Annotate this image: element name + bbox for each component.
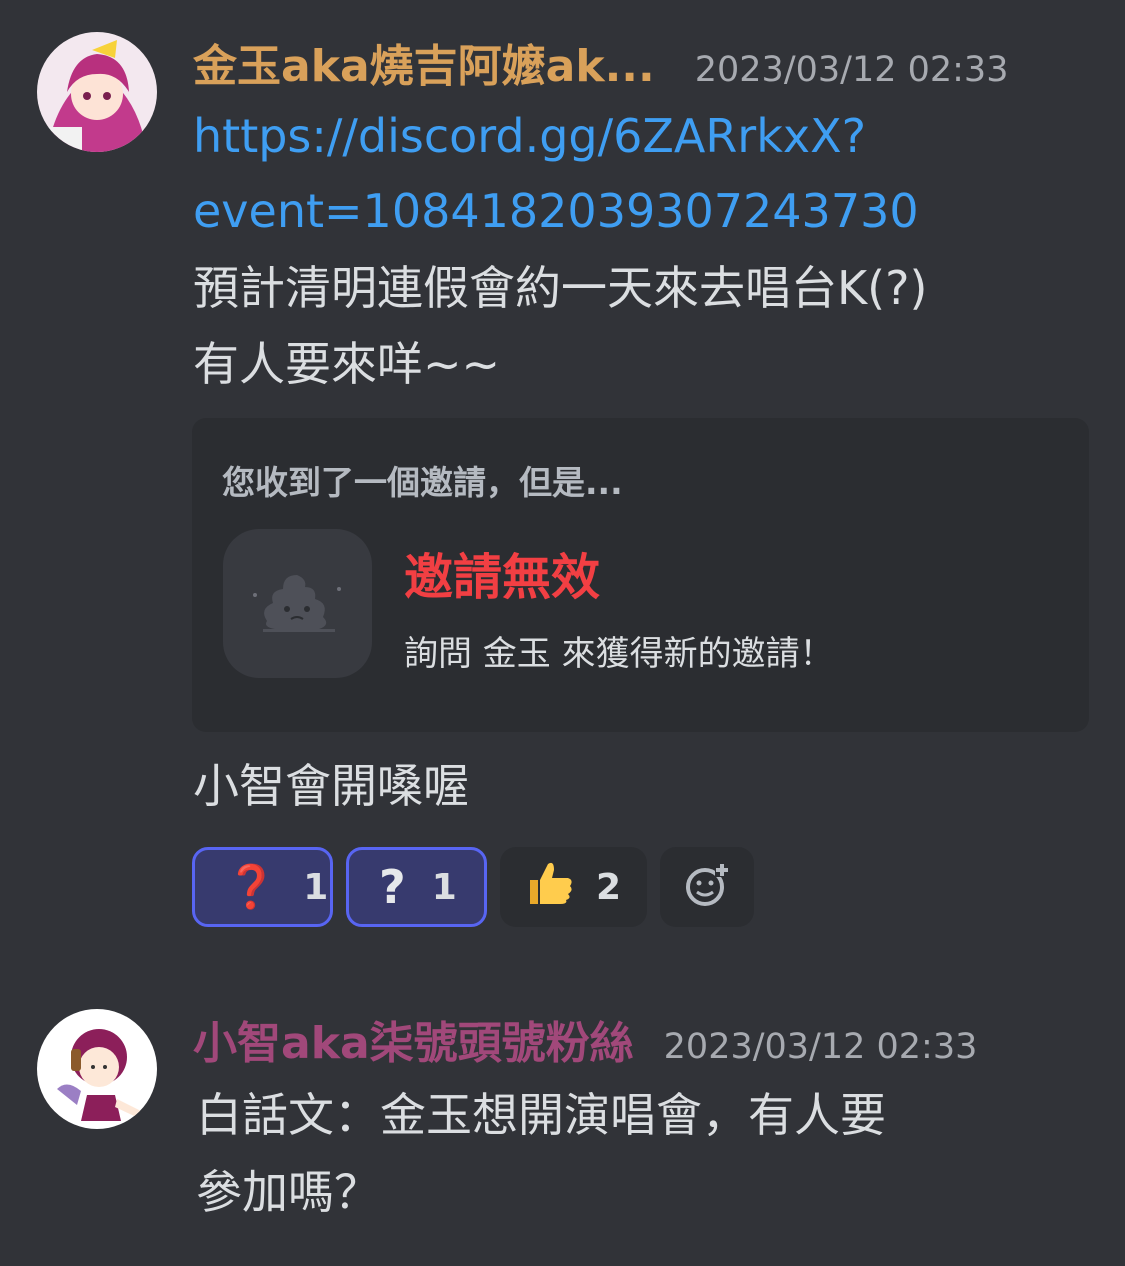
- reaction-white-question[interactable]: ? 1: [346, 847, 487, 927]
- poop-icon: [223, 529, 372, 678]
- reaction-thumbs-up[interactable]: 2: [500, 847, 647, 927]
- message-text: 白話文：金玉想開演唱會，有人要: [196, 1088, 886, 1142]
- red-question-icon: ❓: [225, 862, 278, 911]
- timestamp[interactable]: 2023/03/12 02:33: [664, 1027, 978, 1067]
- thumbs-up-icon: [524, 856, 576, 918]
- avatar[interactable]: [37, 1009, 157, 1129]
- invite-title: 邀請無效: [404, 549, 601, 606]
- message-text: 參加嗎？: [196, 1165, 380, 1219]
- reaction-red-question[interactable]: ❓ 1: [192, 847, 333, 927]
- white-question-icon: ?: [379, 860, 406, 914]
- avatar[interactable]: [37, 32, 157, 152]
- reaction-count: 1: [431, 866, 457, 908]
- reaction-count: 2: [596, 866, 622, 908]
- timestamp[interactable]: 2023/03/12 02:33: [695, 50, 1009, 90]
- invite-subtitle: 詢問 金玉 來獲得新的邀請！: [404, 634, 834, 674]
- username[interactable]: 小智aka柒號頭號粉絲: [193, 1007, 634, 1071]
- invite-link[interactable]: https://discord.gg/6ZARrkxX?: [193, 98, 866, 174]
- message-header: 金玉aka燒吉阿嬤ak... 2023/03/12 02:33: [193, 30, 1008, 94]
- message-text: 預計清明連假會約一天來去唱台K(?): [193, 261, 928, 315]
- username[interactable]: 金玉aka燒吉阿嬤ak...: [193, 30, 655, 94]
- add-reaction-button[interactable]: [660, 847, 754, 927]
- invite-embed: 您收到了一個邀請，但是... 邀請無效 詢問 金玉 來獲得新的邀請！: [192, 418, 1089, 732]
- add-reaction-icon: [683, 861, 731, 913]
- message-text: 有人要來咩~~: [193, 337, 501, 391]
- invite-header: 您收到了一個邀請，但是...: [222, 463, 623, 502]
- invite-link[interactable]: event=1084182039307243730: [193, 173, 919, 249]
- reactions-bar: ❓ 1 ? 1 2: [192, 847, 754, 927]
- reaction-count: 1: [303, 866, 329, 908]
- message-text: 小智會開嗓喔: [193, 759, 469, 813]
- message-header: 小智aka柒號頭號粉絲 2023/03/12 02:33: [193, 1007, 977, 1071]
